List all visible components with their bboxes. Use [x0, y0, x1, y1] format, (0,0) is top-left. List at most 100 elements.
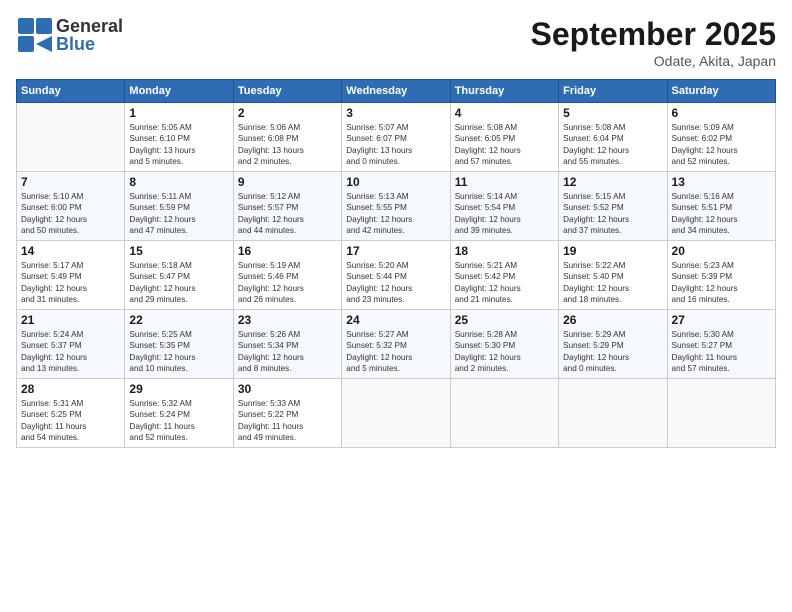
header: General Blue September 2025 Odate, Akita… — [16, 16, 776, 69]
day-info: Sunrise: 5:13 AM Sunset: 5:55 PM Dayligh… — [346, 191, 445, 237]
day-number: 27 — [672, 313, 771, 327]
day-number: 7 — [21, 175, 120, 189]
day-number: 5 — [563, 106, 662, 120]
calendar-week-3: 14 Sunrise: 5:17 AM Sunset: 5:49 PM Dayli… — [17, 240, 776, 309]
day-number: 10 — [346, 175, 445, 189]
logo-general: General — [56, 17, 123, 35]
calendar-week-2: 7 Sunrise: 5:10 AM Sunset: 6:00 PM Daylig… — [17, 171, 776, 240]
day-info: Sunrise: 5:25 AM Sunset: 5:35 PM Dayligh… — [129, 329, 228, 375]
day-number: 9 — [238, 175, 337, 189]
day-info: Sunrise: 5:28 AM Sunset: 5:30 PM Dayligh… — [455, 329, 554, 375]
day-info: Sunrise: 5:22 AM Sunset: 5:40 PM Dayligh… — [563, 260, 662, 306]
day-info: Sunrise: 5:29 AM Sunset: 5:29 PM Dayligh… — [563, 329, 662, 375]
day-number: 19 — [563, 244, 662, 258]
calendar-cell: 11Sunrise: 5:14 AM Sunset: 5:54 PM Dayli… — [450, 171, 558, 240]
day-number: 2 — [238, 106, 337, 120]
calendar-cell — [342, 378, 450, 447]
location: Odate, Akita, Japan — [531, 53, 776, 69]
day-number: 16 — [238, 244, 337, 258]
calendar-cell: 21 Sunrise: 5:24 AM Sunset: 5:37 PM Dayli… — [17, 309, 125, 378]
calendar-week-1: 1 Sunrise: 5:05 AM Sunset: 6:10 PM Daylig… — [17, 103, 776, 172]
calendar-cell: 30Sunrise: 5:33 AM Sunset: 5:22 PM Dayli… — [233, 378, 341, 447]
day-number: 11 — [455, 175, 554, 189]
calendar-cell: 18 Sunrise: 5:21 AM Sunset: 5:42 PM Dayli… — [450, 240, 558, 309]
calendar-cell: 6 Sunrise: 5:09 AM Sunset: 6:02 PM Daylig… — [667, 103, 775, 172]
day-number: 4 — [455, 106, 554, 120]
day-number: 20 — [672, 244, 771, 258]
day-info: Sunrise: 5:21 AM Sunset: 5:42 PM Dayligh… — [455, 260, 554, 306]
logo-blue: Blue — [56, 35, 123, 53]
calendar-cell — [450, 378, 558, 447]
day-info: Sunrise: 5:15 AM Sunset: 5:52 PM Dayligh… — [563, 191, 662, 237]
calendar-cell: 24 Sunrise: 5:27 AM Sunset: 5:32 PM Dayli… — [342, 309, 450, 378]
day-info: Sunrise: 5:24 AM Sunset: 5:37 PM Dayligh… — [21, 329, 120, 375]
day-number: 18 — [455, 244, 554, 258]
day-info: Sunrise: 5:05 AM Sunset: 6:10 PM Dayligh… — [129, 122, 228, 168]
calendar-week-4: 21 Sunrise: 5:24 AM Sunset: 5:37 PM Dayli… — [17, 309, 776, 378]
day-info: Sunrise: 5:18 AM Sunset: 5:47 PM Dayligh… — [129, 260, 228, 306]
calendar-cell: 23 Sunrise: 5:26 AM Sunset: 5:34 PM Dayli… — [233, 309, 341, 378]
calendar-cell: 8 Sunrise: 5:11 AM Sunset: 5:59 PM Daylig… — [125, 171, 233, 240]
calendar-cell: 4 Sunrise: 5:08 AM Sunset: 6:05 PM Daylig… — [450, 103, 558, 172]
col-saturday: Saturday — [667, 80, 775, 103]
logo-icon — [16, 16, 54, 54]
day-info: Sunrise: 5:09 AM Sunset: 6:02 PM Dayligh… — [672, 122, 771, 168]
day-number: 25 — [455, 313, 554, 327]
day-info: Sunrise: 5:16 AM Sunset: 5:51 PM Dayligh… — [672, 191, 771, 237]
calendar-cell: 17Sunrise: 5:20 AM Sunset: 5:44 PM Dayli… — [342, 240, 450, 309]
day-info: Sunrise: 5:17 AM Sunset: 5:49 PM Dayligh… — [21, 260, 120, 306]
day-number: 26 — [563, 313, 662, 327]
calendar-cell: 10 Sunrise: 5:13 AM Sunset: 5:55 PM Dayli… — [342, 171, 450, 240]
day-info: Sunrise: 5:10 AM Sunset: 6:00 PM Dayligh… — [21, 191, 120, 237]
day-number: 23 — [238, 313, 337, 327]
day-number: 21 — [21, 313, 120, 327]
day-number: 15 — [129, 244, 228, 258]
day-info: Sunrise: 5:11 AM Sunset: 5:59 PM Dayligh… — [129, 191, 228, 237]
day-info: Sunrise: 5:23 AM Sunset: 5:39 PM Dayligh… — [672, 260, 771, 306]
col-tuesday: Tuesday — [233, 80, 341, 103]
day-number: 24 — [346, 313, 445, 327]
day-number: 14 — [21, 244, 120, 258]
calendar-cell: 5 Sunrise: 5:08 AM Sunset: 6:04 PM Daylig… — [559, 103, 667, 172]
day-number: 30 — [238, 382, 337, 396]
day-info: Sunrise: 5:07 AM Sunset: 6:07 PM Dayligh… — [346, 122, 445, 168]
col-monday: Monday — [125, 80, 233, 103]
calendar-cell: 29Sunrise: 5:32 AM Sunset: 5:24 PM Dayli… — [125, 378, 233, 447]
day-info: Sunrise: 5:27 AM Sunset: 5:32 PM Dayligh… — [346, 329, 445, 375]
day-info: Sunrise: 5:26 AM Sunset: 5:34 PM Dayligh… — [238, 329, 337, 375]
day-info: Sunrise: 5:30 AM Sunset: 5:27 PM Dayligh… — [672, 329, 771, 375]
day-number: 22 — [129, 313, 228, 327]
day-info: Sunrise: 5:08 AM Sunset: 6:04 PM Dayligh… — [563, 122, 662, 168]
page: General Blue September 2025 Odate, Akita… — [0, 0, 792, 612]
calendar-week-5: 28Sunrise: 5:31 AM Sunset: 5:25 PM Dayli… — [17, 378, 776, 447]
day-number: 17 — [346, 244, 445, 258]
calendar-cell: 13 Sunrise: 5:16 AM Sunset: 5:51 PM Dayli… — [667, 171, 775, 240]
day-number: 29 — [129, 382, 228, 396]
day-info: Sunrise: 5:12 AM Sunset: 5:57 PM Dayligh… — [238, 191, 337, 237]
day-number: 13 — [672, 175, 771, 189]
calendar-cell: 19 Sunrise: 5:22 AM Sunset: 5:40 PM Dayli… — [559, 240, 667, 309]
day-number: 12 — [563, 175, 662, 189]
day-info: Sunrise: 5:06 AM Sunset: 6:08 PM Dayligh… — [238, 122, 337, 168]
month-title: September 2025 — [531, 16, 776, 53]
calendar-cell: 28Sunrise: 5:31 AM Sunset: 5:25 PM Dayli… — [17, 378, 125, 447]
calendar-cell — [667, 378, 775, 447]
calendar-cell: 1 Sunrise: 5:05 AM Sunset: 6:10 PM Daylig… — [125, 103, 233, 172]
day-info: Sunrise: 5:08 AM Sunset: 6:05 PM Dayligh… — [455, 122, 554, 168]
day-info: Sunrise: 5:31 AM Sunset: 5:25 PM Dayligh… — [21, 398, 120, 444]
day-number: 8 — [129, 175, 228, 189]
calendar-cell: 14 Sunrise: 5:17 AM Sunset: 5:49 PM Dayli… — [17, 240, 125, 309]
day-info: Sunrise: 5:19 AM Sunset: 5:46 PM Dayligh… — [238, 260, 337, 306]
day-number: 6 — [672, 106, 771, 120]
calendar-table: Sunday Monday Tuesday Wednesday Thursday… — [16, 79, 776, 448]
calendar-cell: 3Sunrise: 5:07 AM Sunset: 6:07 PM Daylig… — [342, 103, 450, 172]
col-thursday: Thursday — [450, 80, 558, 103]
calendar-cell: 22 Sunrise: 5:25 AM Sunset: 5:35 PM Dayli… — [125, 309, 233, 378]
col-wednesday: Wednesday — [342, 80, 450, 103]
day-number: 1 — [129, 106, 228, 120]
calendar-cell: 27 Sunrise: 5:30 AM Sunset: 5:27 PM Dayli… — [667, 309, 775, 378]
col-sunday: Sunday — [17, 80, 125, 103]
title-section: September 2025 Odate, Akita, Japan — [531, 16, 776, 69]
calendar-cell: 26 Sunrise: 5:29 AM Sunset: 5:29 PM Dayli… — [559, 309, 667, 378]
calendar-cell: 15 Sunrise: 5:18 AM Sunset: 5:47 PM Dayli… — [125, 240, 233, 309]
